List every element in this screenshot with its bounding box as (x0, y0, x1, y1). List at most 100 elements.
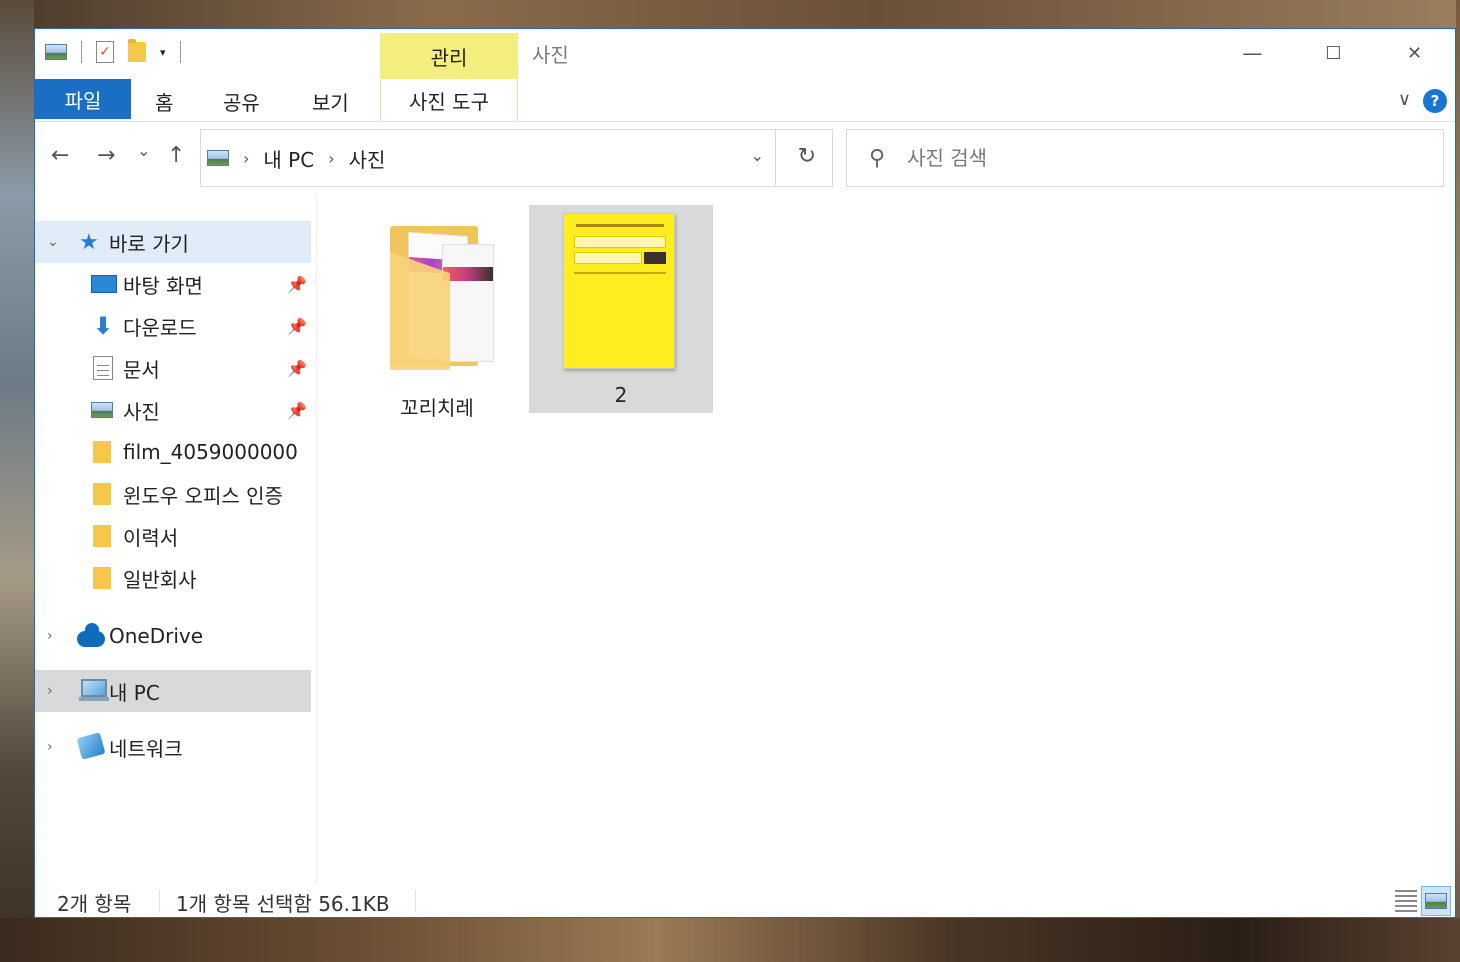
sidebar-item-desktop[interactable]: 바탕 화면 📌 (35, 263, 311, 305)
sidebar-item-quick-access[interactable]: ⌄ ★ 바로 가기 (35, 221, 311, 263)
network-icon (76, 732, 106, 760)
ribbon-divider (35, 121, 1455, 122)
quick-access-toolbar: ✓ ▾ (45, 39, 181, 63)
minimize-button[interactable]: — (1212, 29, 1293, 77)
pin-icon[interactable]: 📌 (287, 359, 307, 378)
status-separator (415, 890, 416, 912)
address-bar[interactable]: › 내 PC › 사진 ⌄ ↻ (200, 129, 833, 187)
pictures-icon (91, 402, 113, 418)
folder-icon (93, 567, 111, 589)
sidebar-item-label: 바로 가기 (109, 231, 189, 256)
tab-view[interactable]: 보기 (312, 87, 349, 116)
search-icon: ⚲ (869, 145, 886, 171)
tab-share[interactable]: 공유 (223, 87, 260, 116)
status-bar: 2개 항목 1개 항목 선택함 56.1KB (35, 884, 1455, 918)
item-count: 2개 항목 (57, 892, 132, 916)
up-arrow-icon[interactable]: ↑ (167, 143, 185, 168)
contextual-tab-group-manage: 관리 (380, 33, 518, 79)
expand-chevron-icon[interactable]: › (47, 739, 53, 755)
pin-icon[interactable]: 📌 (287, 317, 307, 336)
desktop-background-left (0, 0, 34, 962)
file-item-folder[interactable]: 꼬리치레 (345, 206, 529, 420)
expand-ribbon-chevron-icon[interactable]: ∨ (1398, 89, 1411, 110)
help-icon[interactable]: ? (1423, 89, 1447, 113)
pictures-icon (207, 150, 229, 166)
tab-picture-tools[interactable]: 사진 도구 (380, 79, 518, 121)
sidebar-item-label: 윈도우 오피스 인증 (123, 483, 283, 508)
address-dropdown-chevron-icon[interactable]: ⌄ (751, 146, 764, 165)
download-icon: ⬇ (93, 312, 114, 340)
sidebar-item-label: 사진 (123, 399, 160, 424)
back-arrow-icon[interactable]: ← (51, 143, 69, 168)
folder-icon (93, 483, 111, 505)
forward-arrow-icon[interactable]: → (97, 143, 115, 168)
file-item-label: 꼬리치레 (400, 396, 474, 420)
sidebar-item-label: 이력서 (123, 525, 179, 550)
qat-separator (81, 41, 82, 63)
address-divider (775, 130, 776, 186)
window-title: 사진 (532, 43, 569, 67)
file-item-label: 2 (614, 383, 628, 407)
search-box[interactable]: ⚲ (846, 129, 1444, 187)
sidebar-item-office-activation[interactable]: 윈도우 오피스 인증 (35, 473, 311, 515)
tab-home[interactable]: 홈 (155, 87, 173, 116)
properties-icon[interactable]: ✓ (96, 41, 114, 63)
maximize-button[interactable]: ☐ (1293, 29, 1374, 77)
pin-icon[interactable]: 📌 (287, 275, 307, 294)
search-input[interactable] (907, 146, 1388, 170)
expand-chevron-icon[interactable]: › (47, 628, 53, 644)
sidebar-item-network[interactable]: › 네트워크 (35, 726, 311, 768)
qat-dropdown-button[interactable]: ▾ (160, 46, 166, 59)
document-icon (93, 356, 113, 380)
large-icons-view-icon (1425, 893, 1447, 909)
new-folder-icon[interactable] (128, 39, 146, 62)
selection-info: 1개 항목 선택함 56.1KB (176, 892, 390, 916)
refresh-icon[interactable]: ↻ (798, 144, 816, 169)
file-list: 꼬리치레 2 (317, 194, 1457, 884)
onedrive-cloud-icon (77, 623, 105, 647)
navigation-pane: ⌄ ★ 바로 가기 바탕 화면 📌 ⬇ 다운로드 📌 문서 📌 사진 📌 fil… (35, 219, 315, 859)
computer-icon (79, 679, 109, 701)
file-item-image[interactable]: 2 (529, 205, 713, 413)
status-separator (159, 890, 160, 912)
sidebar-item-pictures[interactable]: 사진 📌 (35, 389, 311, 431)
sidebar-item-label: 내 PC (109, 680, 160, 705)
sidebar-item-general-company[interactable]: 일반회사 (35, 557, 311, 599)
sidebar-item-label: 문서 (123, 357, 160, 382)
sidebar-item-label: 일반회사 (123, 567, 197, 592)
collapse-chevron-icon[interactable]: ⌄ (47, 234, 59, 250)
sidebar-item-label: 다운로드 (123, 315, 197, 340)
folder-icon (93, 441, 111, 463)
qat-separator (179, 41, 181, 63)
sidebar-item-downloads[interactable]: ⬇ 다운로드 📌 (35, 305, 311, 347)
breadcrumb-separator-icon[interactable]: › (243, 149, 249, 168)
sidebar-item-documents[interactable]: 문서 📌 (35, 347, 311, 389)
breadcrumb-separator-icon[interactable]: › (328, 149, 334, 168)
desktop-background-top (0, 0, 1460, 28)
sidebar-item-label: 네트워크 (109, 736, 183, 761)
pictures-icon (45, 44, 67, 60)
breadcrumb-pictures[interactable]: 사진 (349, 144, 386, 173)
sidebar-item-label: OneDrive (109, 624, 204, 648)
sidebar-item-film[interactable]: film_4059000000 (35, 431, 311, 473)
sidebar-item-onedrive[interactable]: › OneDrive (35, 615, 311, 657)
navigation-bar: ← → ⌄ ↑ › 내 PC › 사진 ⌄ ↻ ⚲ (35, 129, 1455, 187)
details-view-icon[interactable] (1393, 888, 1419, 914)
folder-icon (93, 525, 111, 547)
sidebar-item-label: film_4059000000 (123, 440, 298, 464)
large-icons-view-button[interactable] (1421, 886, 1451, 916)
sidebar-item-label: 바탕 화면 (123, 273, 203, 298)
star-icon: ★ (79, 229, 99, 255)
sidebar-item-resume[interactable]: 이력서 (35, 515, 311, 557)
expand-chevron-icon[interactable]: › (47, 683, 53, 699)
title-bar[interactable]: ✓ ▾ 관리 사진 — ☐ ✕ (35, 29, 1455, 79)
recent-locations-chevron-icon[interactable]: ⌄ (137, 141, 150, 160)
image-thumbnail (563, 213, 675, 369)
close-button[interactable]: ✕ (1374, 29, 1455, 77)
folder-thumbnail (390, 226, 510, 376)
sidebar-item-this-pc[interactable]: › 내 PC (35, 670, 311, 712)
pin-icon[interactable]: 📌 (287, 401, 307, 420)
breadcrumb-this-pc[interactable]: 내 PC (263, 144, 314, 173)
tab-file[interactable]: 파일 (35, 79, 131, 119)
file-explorer-window: ✓ ▾ 관리 사진 — ☐ ✕ 파일 홈 공유 보기 사진 도구 ∨ ? ← →… (34, 28, 1456, 918)
